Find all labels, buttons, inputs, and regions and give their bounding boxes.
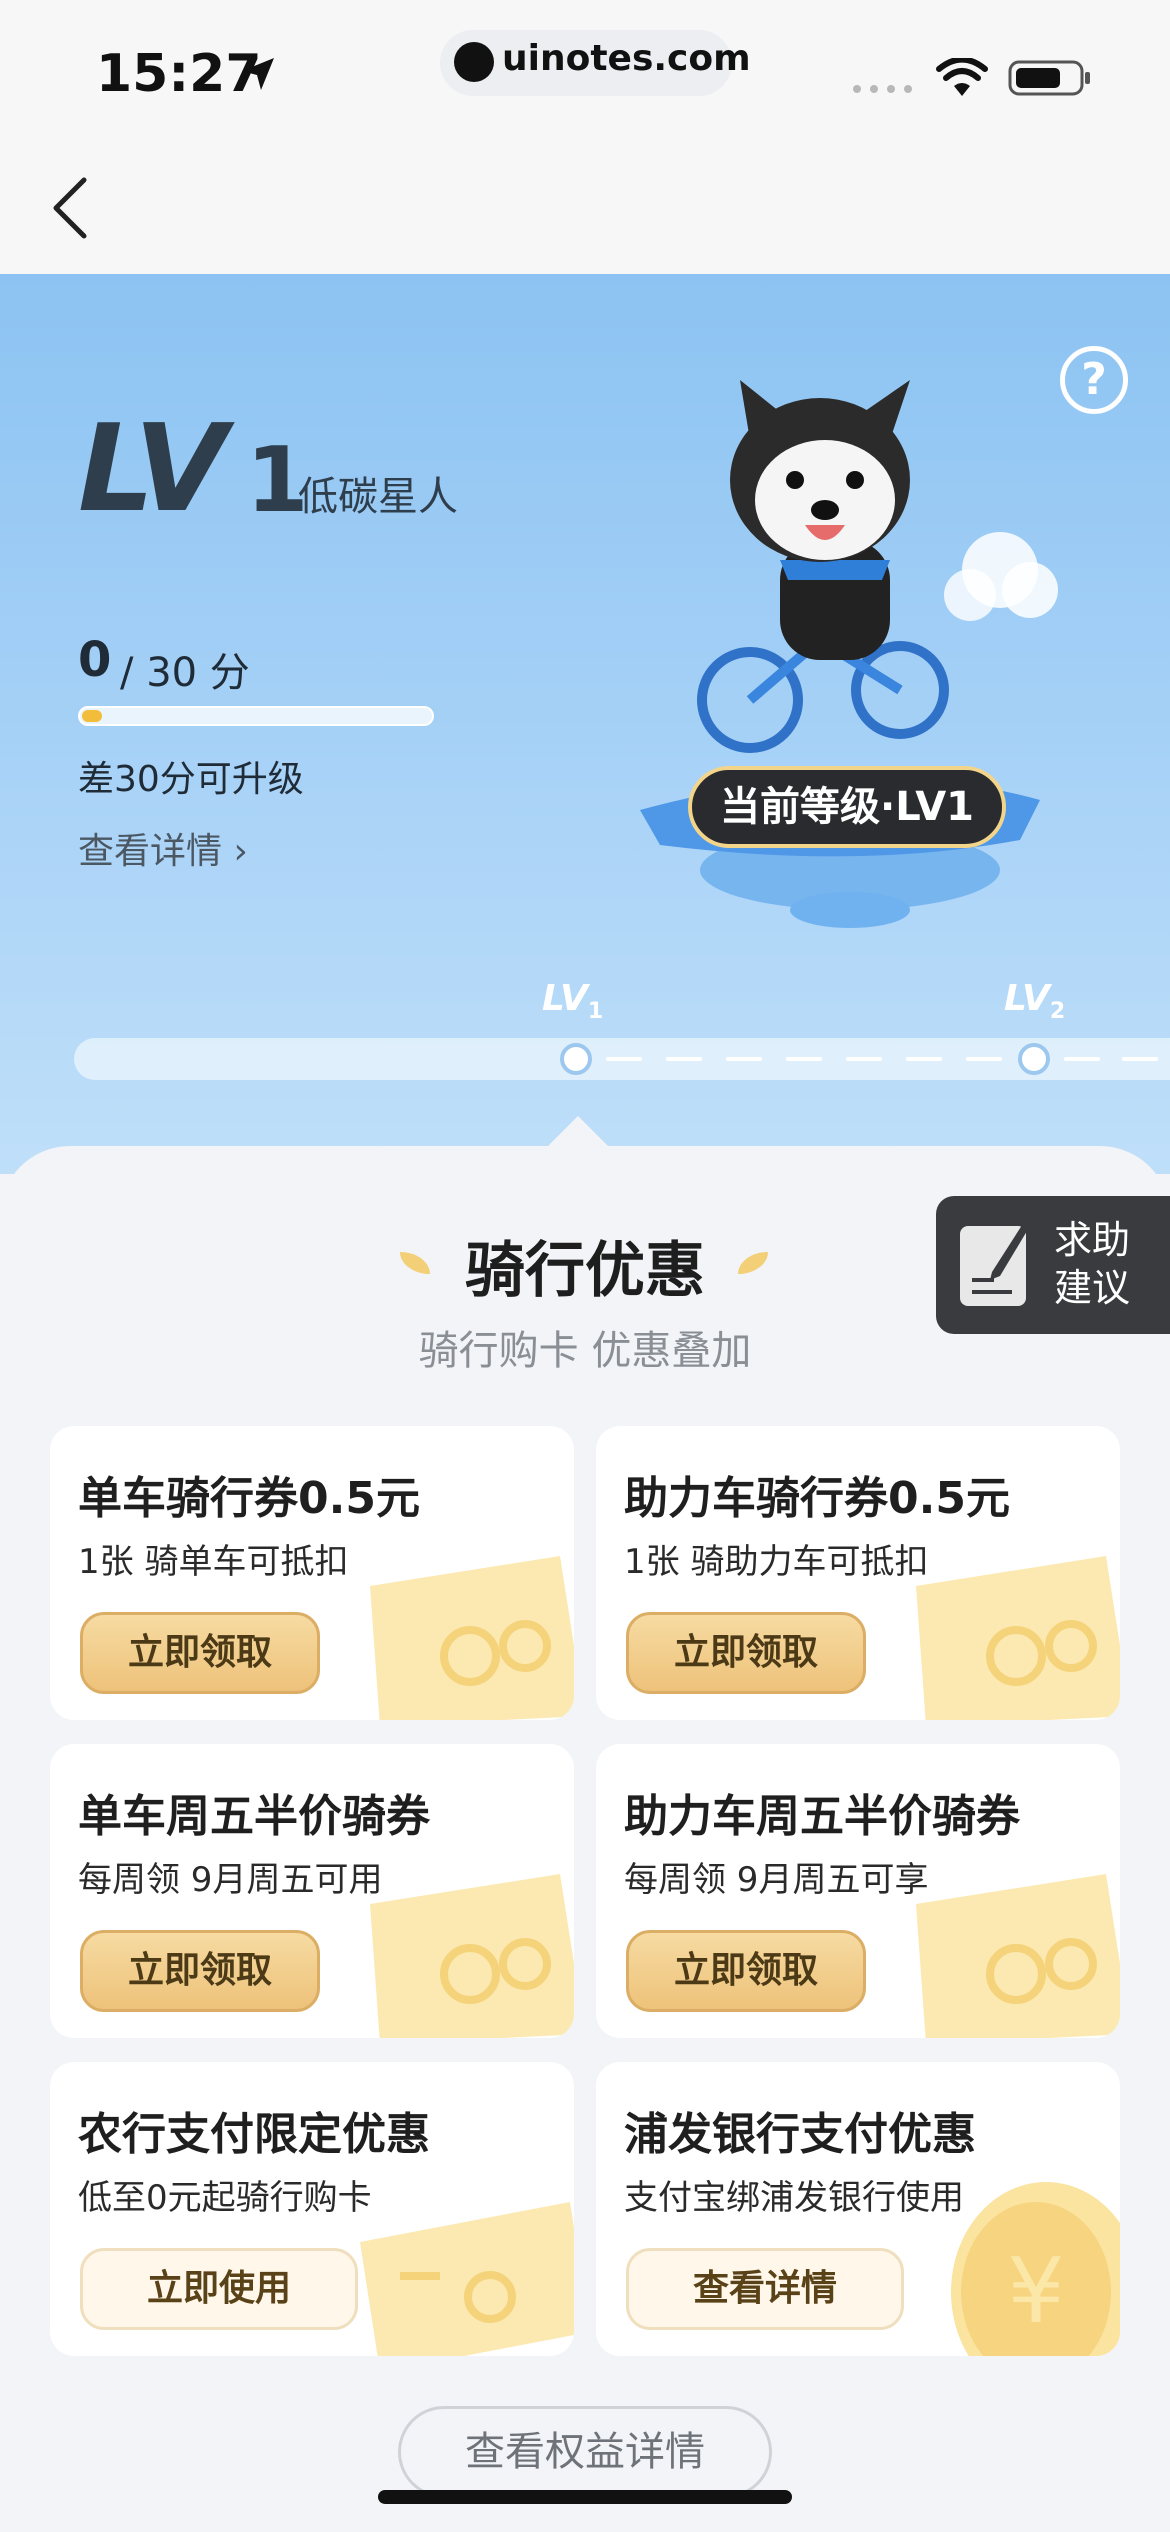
card-title: 助力车周五半价骑券 [624,1791,1020,1842]
offer-card[interactable]: 农行支付限定优惠 低至0元起骑行购卡 立即使用 [50,2062,574,2356]
offer-card[interactable]: 单车骑行券0.5元 1张 骑单车可抵扣 立即领取 [50,1426,574,1720]
card-desc: 低至0元起骑行购卡 [78,2178,372,2218]
view-details-label: 查看详情 [78,831,223,872]
level-progress-fill [82,710,102,722]
card-desc: 1张 骑单车可抵扣 [78,1542,349,1582]
battery-icon [1008,60,1090,96]
track-node-lv2 [1018,1043,1050,1075]
card-desc: 每周领 9月周五可用 [78,1860,383,1900]
track-dash [726,1057,762,1061]
view-details-link[interactable]: 查看详情 › [78,822,248,874]
view-benefits-button[interactable]: 查看权益详情 [398,2406,772,2498]
track-lv1-text: LV [542,978,588,1019]
track-lv2-label: LV2 [1004,978,1065,1024]
track-lv1-sub: 1 [587,999,604,1025]
track-dash [966,1057,1002,1061]
level-prefix: LV [78,400,227,539]
track-lv1-label: LV1 [542,978,603,1024]
bike-card-icon [360,2202,574,2356]
card-title: 农行支付限定优惠 [78,2109,430,2160]
track-lv2-sub: 2 [1049,999,1066,1025]
back-arrow-icon[interactable] [50,176,90,240]
claim-button[interactable]: 立即领取 [80,1612,320,1694]
signal-dots-icon [853,85,912,93]
upgrade-hint: 差30分可升级 [78,759,304,800]
wifi-icon [936,58,988,96]
track-node-lv1 [560,1043,592,1075]
card-desc: 1张 骑助力车可抵扣 [624,1542,929,1582]
claim-button[interactable]: 立即领取 [626,1612,866,1694]
track-dash [846,1057,882,1061]
feedback-edit-icon [960,1222,1030,1306]
track-dash [606,1057,642,1061]
offer-card[interactable]: ¥ 浦发银行支付优惠 支付宝绑浦发银行使用 查看详情 [596,2062,1120,2356]
sheet-notch [546,1116,610,1148]
offer-card[interactable]: 助力车周五半价骑券 每周领 9月周五可享 立即领取 [596,1744,1120,2038]
card-title: 助力车骑行券0.5元 [624,1473,1010,1524]
card-title: 单车周五半价骑券 [78,1791,430,1842]
svg-text:¥: ¥ [1007,2239,1064,2344]
site-logo-icon [454,42,494,82]
card-desc: 支付宝绑浦发银行使用 [624,2178,964,2218]
feedback-line1: 求助 [1054,1218,1131,1262]
score-current: 0 [78,632,112,688]
location-arrow-icon [242,58,274,90]
bike-ticket-icon [370,1556,574,1720]
feedback-label: 求助 建议 [1054,1216,1130,1312]
track-dash [666,1057,702,1061]
view-details-button[interactable]: 查看详情 [626,2248,904,2330]
track-dash [906,1057,942,1061]
status-time: 15:27 [96,44,262,104]
score-total: / 30 分 [120,650,250,696]
url-text: uinotes.com [502,38,751,79]
claim-button[interactable]: 立即领取 [626,1930,866,2012]
card-title: 浦发银行支付优惠 [624,2109,976,2160]
claim-button[interactable]: 立即领取 [80,1930,320,2012]
level-progress-bar [78,706,434,726]
card-title: 单车骑行券0.5元 [78,1473,420,1524]
current-level-badge: 当前等级·LV1 [688,766,1006,848]
track-dash [1122,1057,1158,1061]
nav-bar [0,140,1170,274]
home-indicator[interactable] [378,2490,792,2504]
use-now-button[interactable]: 立即使用 [80,2248,358,2330]
track-lv2-text: LV [1004,978,1050,1019]
track-dash [1064,1057,1100,1061]
offer-card[interactable]: 单车周五半价骑券 每周领 9月周五可用 立即领取 [50,1744,574,2038]
level-name: 低碳星人 [298,474,458,520]
offer-card[interactable]: 助力车骑行券0.5元 1张 骑助力车可抵扣 立即领取 [596,1426,1120,1720]
card-desc: 每周领 9月周五可享 [624,1860,929,1900]
feedback-line2: 建议 [1054,1266,1131,1310]
track-dash [786,1057,822,1061]
